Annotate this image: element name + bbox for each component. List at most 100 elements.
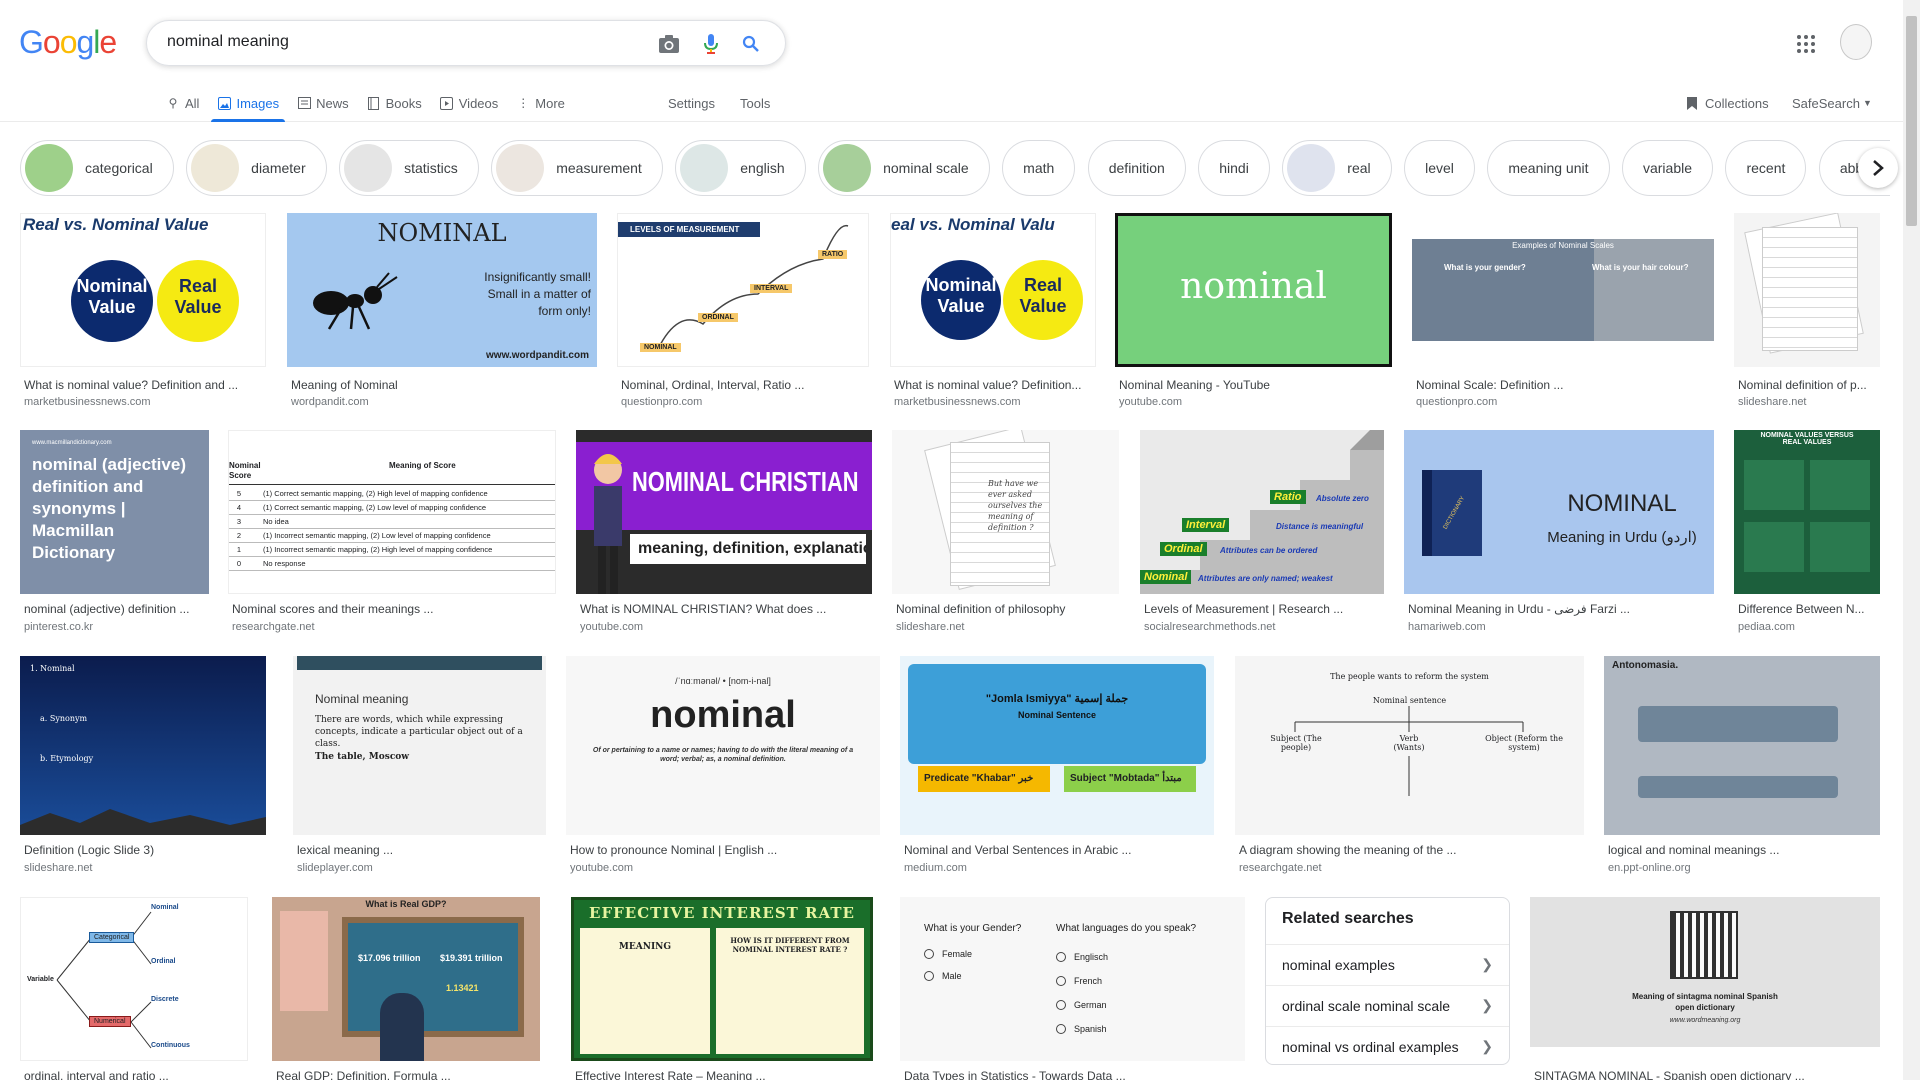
page-scrollbar[interactable] <box>1903 0 1920 1080</box>
chip-definition[interactable]: definition <box>1087 140 1186 196</box>
image-source[interactable]: researchgate.net <box>1239 862 1322 874</box>
image-thumbnail[interactable]: What is your Gender? What languages do y… <box>900 897 1245 1061</box>
image-title[interactable]: How to pronounce Nominal | English ... <box>570 843 880 857</box>
tools-link[interactable]: Tools <box>740 86 770 120</box>
image-result[interactable]: eal vs. Nominal Valu Nominal Value Real … <box>890 213 1096 413</box>
tab-videos[interactable]: Videos <box>440 86 498 120</box>
tab-books[interactable]: Books <box>367 86 422 120</box>
image-thumbnail[interactable]: "Jomla Ismiyya" جملة إسمية Nominal Sente… <box>900 656 1214 835</box>
image-title[interactable]: Difference Between N... <box>1738 602 1880 616</box>
image-thumbnail[interactable]: Nominal meaning There are words, which w… <box>293 656 546 835</box>
image-source[interactable]: hamariweb.com <box>1408 621 1486 633</box>
image-source[interactable]: marketbusinessnews.com <box>24 396 151 408</box>
image-result[interactable]: LEVELS OF MEASUREMENT NOMINAL ORDINAL IN… <box>617 213 869 413</box>
image-title[interactable]: Definition (Logic Slide 3) <box>24 843 266 857</box>
image-result[interactable]: But have we ever asked ourselves the mea… <box>892 430 1119 635</box>
image-thumbnail[interactable]: DICTIONARY NOMINAL Meaning in Urdu (اردو… <box>1404 430 1714 594</box>
image-thumbnail[interactable] <box>1734 213 1880 367</box>
image-source[interactable]: youtube.com <box>1119 396 1182 408</box>
image-title[interactable]: SINTAGMA NOMINAL - Spanish open dictiona… <box>1534 1069 1880 1080</box>
image-title[interactable]: Real GDP: Definition, Formula ... <box>276 1069 540 1080</box>
search-box[interactable]: nominal meaning <box>146 20 786 66</box>
image-source[interactable]: pediaa.com <box>1738 621 1795 633</box>
chevron-right-icon[interactable] <box>1858 148 1898 188</box>
image-source[interactable]: socialresearchmethods.net <box>1144 621 1275 633</box>
related-search-item[interactable]: nominal examples ❯ <box>1266 944 1509 984</box>
image-thumbnail[interactable]: Examples of Nominal Scales What is your … <box>1412 213 1714 367</box>
tab-news[interactable]: News <box>297 86 349 120</box>
image-title[interactable]: Levels of Measurement | Research ... <box>1144 602 1384 616</box>
image-title[interactable]: Nominal and Verbal Sentences in Arabic .… <box>904 843 1214 857</box>
image-thumbnail[interactable]: Meaning of sintagma nominal Spanish open… <box>1530 897 1880 1047</box>
image-title[interactable]: What is nominal value? Definition and ..… <box>24 378 266 392</box>
image-title[interactable]: Nominal scores and their meanings ... <box>232 602 556 616</box>
chip-categorical[interactable]: categorical <box>20 140 174 196</box>
safesearch-dropdown[interactable]: SafeSearch ▼ <box>1792 86 1872 120</box>
image-source[interactable]: en.ppt-online.org <box>1608 862 1691 874</box>
image-result[interactable]: Real vs. Nominal Value Nominal Value Rea… <box>20 213 266 413</box>
image-title[interactable]: logical and nominal meanings ... <box>1608 843 1880 857</box>
image-source[interactable]: youtube.com <box>570 862 633 874</box>
image-title[interactable]: Data Types in Statistics - Towards Data … <box>904 1069 1245 1080</box>
image-title[interactable]: Nominal definition of p... <box>1738 378 1880 392</box>
image-title[interactable]: A diagram showing the meaning of the ... <box>1239 843 1584 857</box>
image-title[interactable]: Nominal Meaning - YouTube <box>1119 378 1392 392</box>
image-source[interactable]: slideshare.net <box>896 621 965 633</box>
image-thumbnail[interactable]: What is Real GDP? $17.096 trillion $19.3… <box>272 897 540 1061</box>
related-search-item[interactable]: ordinal scale nominal scale ❯ <box>1266 985 1509 1025</box>
image-result[interactable]: Meaning of sintagma nominal Spanish open… <box>1530 897 1880 1080</box>
image-title[interactable]: Meaning of Nominal <box>291 378 597 392</box>
tab-more[interactable]: ⋮ More <box>516 86 565 120</box>
chip-math[interactable]: math <box>1002 140 1076 196</box>
image-thumbnail[interactable]: Antonomasia. <box>1604 656 1880 835</box>
image-source[interactable]: slideshare.net <box>1738 396 1807 408</box>
search-icon[interactable] <box>739 32 763 56</box>
camera-icon[interactable] <box>657 32 681 56</box>
image-title[interactable]: Nominal Meaning in Urdu - فرضی Farzi ... <box>1408 602 1714 616</box>
image-title[interactable]: Effective Interest Rate – Meaning ... <box>575 1069 873 1080</box>
image-result[interactable]: NOMINAL CHRISTIAN meaning, definition, e… <box>576 430 872 635</box>
image-result[interactable]: /ˈnɑːmənəl/ • [nom-i-nal] nominal Of or … <box>566 656 880 876</box>
image-source[interactable]: researchgate.net <box>232 621 315 633</box>
image-thumbnail[interactable]: /ˈnɑːmənəl/ • [nom-i-nal] nominal Of or … <box>566 656 880 835</box>
image-thumbnail[interactable]: The people wants to reform the system No… <box>1235 656 1584 835</box>
settings-link[interactable]: Settings <box>668 86 715 120</box>
image-thumbnail[interactable]: NOMINAL CHRISTIAN meaning, definition, e… <box>576 430 872 594</box>
image-result[interactable]: What is your Gender? What languages do y… <box>900 897 1245 1080</box>
image-thumbnail[interactable]: nominal <box>1115 213 1392 367</box>
image-result[interactable]: NOMINAL VALUES VERSUS REAL VALUES Differ… <box>1734 430 1880 635</box>
search-input[interactable]: nominal meaning <box>167 33 289 51</box>
image-thumbnail[interactable]: EFFECTIVE INTEREST RATE MEANING HOW IS I… <box>571 897 873 1061</box>
chip-level[interactable]: level <box>1404 140 1475 196</box>
apps-grid-icon[interactable] <box>1794 32 1818 56</box>
image-title[interactable]: What is nominal value? Definition... <box>894 378 1096 392</box>
chip-nominal-scale[interactable]: nominal scale <box>818 140 990 196</box>
image-title[interactable]: ordinal, interval and ratio ... <box>24 1069 248 1080</box>
chip-statistics[interactable]: statistics <box>339 140 479 196</box>
image-source[interactable]: wordpandit.com <box>291 396 369 408</box>
image-thumbnail[interactable]: Ratio Absolute zero Interval Distance is… <box>1140 430 1384 594</box>
image-result[interactable]: nominal Nominal Meaning - YouTube youtub… <box>1115 213 1392 413</box>
image-source[interactable]: slideplayer.com <box>297 862 373 874</box>
image-source[interactable]: pinterest.co.kr <box>24 621 93 633</box>
image-thumbnail[interactable]: NOMINAL VALUES VERSUS REAL VALUES <box>1734 430 1880 594</box>
image-result[interactable]: Ratio Absolute zero Interval Distance is… <box>1140 430 1384 635</box>
image-title[interactable]: Nominal Scale: Definition ... <box>1416 378 1714 392</box>
scrollbar-thumb[interactable] <box>1906 16 1917 226</box>
image-result[interactable]: DICTIONARY NOMINAL Meaning in Urdu (اردو… <box>1404 430 1714 635</box>
image-result[interactable]: Antonomasia. logical and nominal meaning… <box>1604 656 1880 876</box>
image-title[interactable]: Nominal definition of philosophy <box>896 602 1119 616</box>
image-source[interactable]: questionpro.com <box>1416 396 1497 408</box>
image-result[interactable]: Nominal meaning There are words, which w… <box>293 656 546 876</box>
microphone-icon[interactable] <box>699 32 723 56</box>
avatar[interactable] <box>1840 24 1872 60</box>
chip-hindi[interactable]: hindi <box>1198 140 1270 196</box>
google-logo[interactable]: Google <box>19 24 117 61</box>
image-result[interactable]: Nominal Score Meaning of Score 5 (1) Corr… <box>228 430 556 635</box>
image-thumbnail[interactable]: eal vs. Nominal Valu Nominal Value Real … <box>890 213 1096 367</box>
image-thumbnail[interactable]: www.macmillandictionary.com nominal (adj… <box>20 430 209 594</box>
image-result[interactable]: www.macmillandictionary.com nominal (adj… <box>20 430 209 635</box>
image-result[interactable]: EFFECTIVE INTEREST RATE MEANING HOW IS I… <box>571 897 873 1080</box>
image-result[interactable]: NOMINAL Insignificantly small! Small in … <box>287 213 597 413</box>
image-result[interactable]: 1. Nominal a. Synonym b. Etymology Defin… <box>20 656 266 876</box>
